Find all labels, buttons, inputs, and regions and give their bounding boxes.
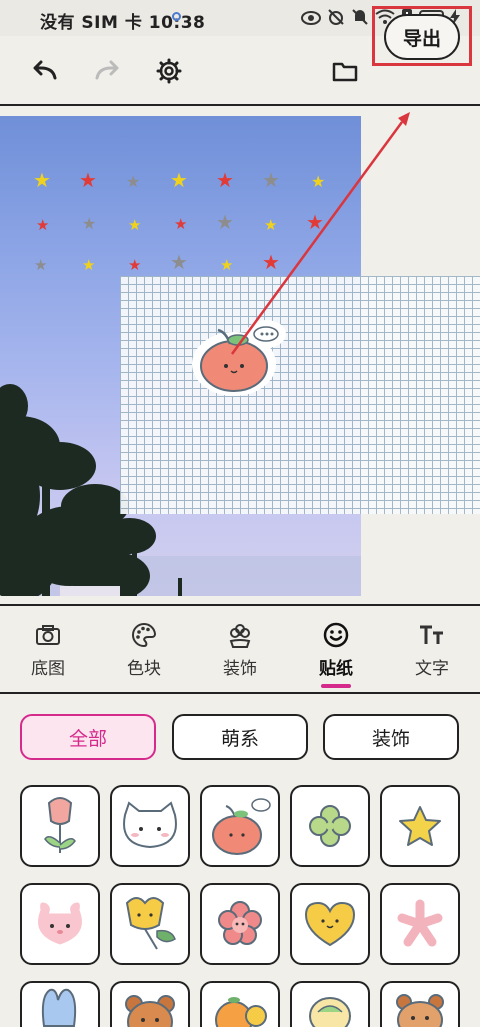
tab-label: 文字 <box>415 659 449 679</box>
sticker-bear[interactable] <box>110 981 190 1027</box>
star-sticker: ★ <box>82 256 96 274</box>
tab-text[interactable]: 文字 <box>392 620 472 679</box>
cat-icon <box>123 801 177 849</box>
tool-tabs: 底图 色块 装饰 贴纸 文字 <box>0 604 480 694</box>
hamster-icon <box>396 994 444 1027</box>
redo-icon <box>95 60 119 80</box>
undo-icon <box>33 60 57 80</box>
status-time: 没有 SIM 卡 10:38 <box>40 13 206 33</box>
star-sticker: ★ <box>170 250 188 274</box>
yellow-tulip-icon <box>125 897 176 950</box>
star-sticker: ★ <box>174 215 188 233</box>
tab-label: 装饰 <box>223 659 257 679</box>
export-button[interactable]: 导出 <box>384 14 460 60</box>
bunny-face-icon <box>35 899 85 948</box>
star-sticker: ★ <box>170 168 188 192</box>
sticker-flower[interactable] <box>200 883 280 965</box>
star-sticker: ★ <box>128 256 142 274</box>
gear-icon <box>156 58 182 84</box>
bear-icon <box>125 995 175 1027</box>
heart-icon <box>304 901 356 947</box>
tab-sticker[interactable]: 贴纸 <box>296 620 376 688</box>
tab-color-block[interactable]: 色块 <box>104 620 184 679</box>
sticker-chick[interactable] <box>290 981 370 1027</box>
pink-star-icon <box>397 899 443 947</box>
flower-icon <box>229 624 251 648</box>
clover-icon <box>309 805 351 847</box>
star-sticker: ★ <box>79 168 97 192</box>
tab-decoration[interactable]: 装饰 <box>200 620 280 679</box>
star-sticker: ★ <box>311 172 326 191</box>
chick-icon <box>309 997 351 1027</box>
sticker-star[interactable] <box>380 785 460 867</box>
sticker-tulip[interactable] <box>20 785 100 867</box>
tab-base-image[interactable]: 底图 <box>8 620 88 679</box>
mute-icon <box>351 8 369 30</box>
camera-icon <box>36 625 60 645</box>
filter-decoration[interactable]: 装饰 <box>323 714 459 760</box>
star-sticker: ★ <box>216 168 234 192</box>
star-sticker: ★ <box>220 256 234 274</box>
tab-label: 贴纸 <box>319 659 353 679</box>
sticker-hamster[interactable] <box>380 981 460 1027</box>
flower-sticker-icon <box>218 901 262 945</box>
star-sticker: ★ <box>33 168 51 192</box>
editor-canvas[interactable]: ★ ★ ★ ★ ★ ★ ★ ★ ★ ★ ★ ★ ★ ★ ★ ★ ★ ★ ★ ★ <box>0 108 480 604</box>
star-sticker: ★ <box>36 216 50 234</box>
blue-bunny-icon <box>41 988 77 1027</box>
active-tab-indicator <box>321 684 351 688</box>
star-sticker: ★ <box>262 250 280 274</box>
star-sticker: ★ <box>264 216 278 234</box>
sticker-yellow-tulip[interactable] <box>110 883 190 965</box>
sticker-cat[interactable] <box>110 785 190 867</box>
star-sticker: ★ <box>306 210 324 234</box>
star-sticker: ★ <box>82 214 97 233</box>
sticker-apple[interactable] <box>200 785 280 867</box>
tab-label: 色块 <box>127 659 161 679</box>
eye-icon <box>300 10 321 29</box>
star-sticker: ★ <box>126 172 141 191</box>
sticker-blue-bunny[interactable] <box>20 981 100 1027</box>
filter-all[interactable]: 全部 <box>20 714 156 760</box>
apple-sticker[interactable] <box>190 316 290 398</box>
alarm-off-icon <box>327 8 345 30</box>
smiley-icon <box>323 622 349 648</box>
google-icon <box>172 12 181 21</box>
star-sticker: ★ <box>262 168 280 192</box>
star-sticker: ★ <box>128 216 142 234</box>
undo-button[interactable] <box>28 54 62 88</box>
filter-cute[interactable]: 萌系 <box>172 714 308 760</box>
text-size-icon <box>420 625 443 644</box>
open-folder-button[interactable] <box>328 54 362 88</box>
sticker-heart[interactable] <box>290 883 370 965</box>
star-icon <box>399 806 441 846</box>
redo-button[interactable] <box>90 54 124 88</box>
sticker-clover[interactable] <box>290 785 370 867</box>
tab-label: 底图 <box>31 659 65 679</box>
apple-icon <box>212 798 271 855</box>
grid-paper-layer[interactable] <box>120 276 480 514</box>
orange-icon <box>215 997 267 1027</box>
palette-icon <box>132 622 157 648</box>
star-sticker: ★ <box>216 210 234 234</box>
sticker-bunny-face[interactable] <box>20 883 100 965</box>
sticker-orange[interactable] <box>200 981 280 1027</box>
sticker-pink-star[interactable] <box>380 883 460 965</box>
settings-button[interactable] <box>152 54 186 88</box>
folder-icon <box>332 62 358 82</box>
tulip-icon <box>44 797 76 853</box>
star-sticker: ★ <box>34 256 48 274</box>
